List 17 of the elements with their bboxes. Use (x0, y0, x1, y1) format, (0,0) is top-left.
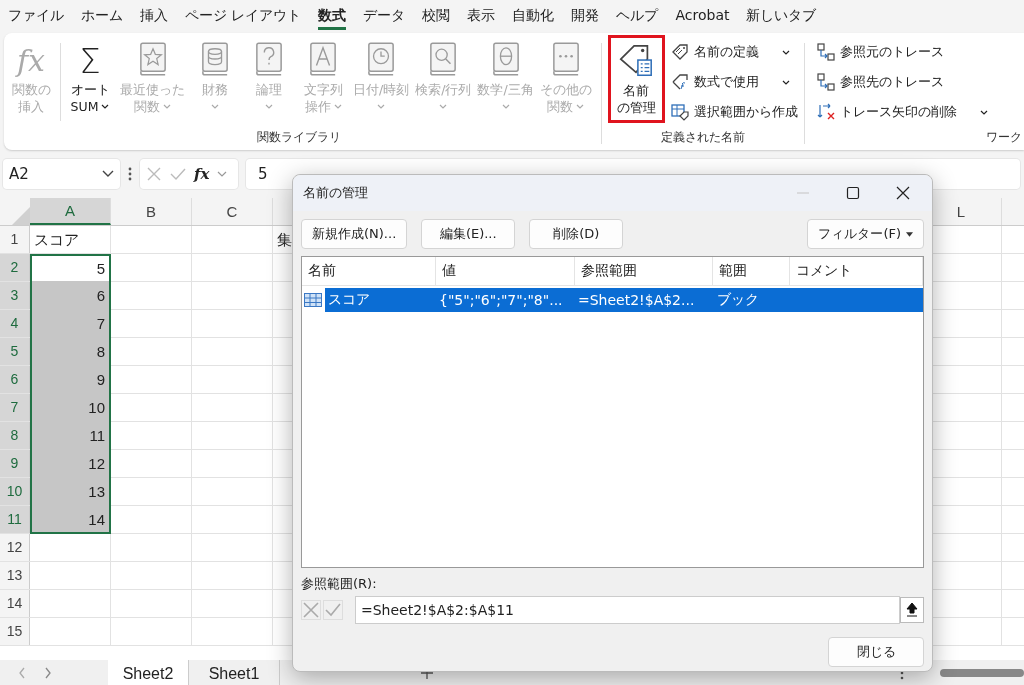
table-cell-text: 集 (276, 230, 293, 250)
table-cell-text: 9 (95, 370, 106, 390)
field-label: 参照範囲(R): (301, 575, 378, 593)
table-cell-text: スコア (33, 230, 80, 250)
group-label: ワーク (986, 129, 1023, 146)
table-cell: 5 (32, 256, 109, 281)
table-cell-text: 7 (95, 314, 106, 334)
dialog-title: 名前の管理 (303, 184, 368, 202)
table-cell-text: 14 (87, 510, 106, 530)
table-cell-text: 6 (95, 286, 106, 306)
group-label: 定義された名前 (660, 129, 745, 146)
group-label: 関数ライブラリ (257, 129, 342, 146)
table-cell-text: 8 (95, 342, 106, 362)
table-cell-text: 10 (87, 398, 106, 418)
table-cell-text: 13 (87, 482, 106, 502)
table-cell-text: 12 (87, 454, 106, 474)
table-cell-text: 11 (88, 426, 106, 446)
